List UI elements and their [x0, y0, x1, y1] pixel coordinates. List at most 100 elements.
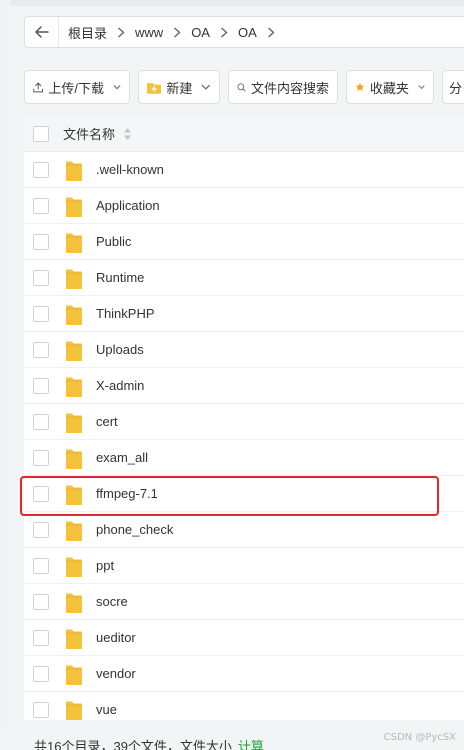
breadcrumb-root[interactable]: 根目录 [68, 23, 107, 42]
folder-icon [66, 341, 82, 361]
folder-icon [66, 593, 82, 613]
row-checkbox[interactable] [33, 449, 49, 466]
row-checkbox[interactable] [33, 593, 49, 610]
file-name[interactable]: ThinkPHP [96, 306, 155, 321]
file-name[interactable]: .well-known [96, 162, 164, 177]
row-checkbox[interactable] [33, 521, 49, 538]
watermark: CSDN @PycSX [383, 732, 456, 743]
row-checkbox[interactable] [33, 341, 49, 358]
file-name[interactable]: Public [96, 234, 131, 249]
row-checkbox[interactable] [33, 305, 49, 322]
breadcrumb-oa[interactable]: OA [191, 25, 210, 40]
row-checkbox[interactable] [33, 701, 49, 718]
chevron-down-icon [201, 84, 211, 90]
calculate-size-link[interactable]: 计算 [238, 739, 264, 750]
file-row[interactable]: vue [24, 692, 464, 720]
sort-icon[interactable] [123, 127, 132, 141]
chevron-right-icon [107, 26, 135, 38]
file-name[interactable]: ffmpeg-7.1 [96, 486, 158, 501]
row-checkbox[interactable] [33, 413, 49, 430]
folder-icon [66, 557, 82, 577]
new-button[interactable]: 新建 [138, 70, 220, 104]
file-row[interactable]: socre [24, 584, 464, 620]
file-name[interactable]: X-admin [96, 378, 144, 393]
folder-icon [66, 269, 82, 289]
folder-icon [66, 305, 82, 325]
file-row[interactable]: ppt [24, 548, 464, 584]
select-all-checkbox[interactable] [33, 125, 49, 142]
breadcrumb-www[interactable]: www [135, 25, 163, 40]
folder-icon [66, 161, 82, 181]
row-checkbox[interactable] [33, 161, 49, 178]
back-button[interactable] [25, 17, 59, 47]
breadcrumb: 根目录 www OA OA [59, 23, 285, 42]
file-name[interactable]: Uploads [96, 342, 144, 357]
file-row[interactable]: exam_all [24, 440, 464, 476]
top-strip [0, 0, 464, 6]
file-row[interactable]: phone_check [24, 512, 464, 548]
folder-icon [66, 197, 82, 217]
file-name[interactable]: vue [96, 702, 117, 717]
left-gutter [0, 0, 10, 750]
row-checkbox[interactable] [33, 233, 49, 250]
upload-download-button[interactable]: 上传/下载 [24, 70, 130, 104]
file-name[interactable]: ppt [96, 558, 114, 573]
row-checkbox[interactable] [33, 557, 49, 574]
row-checkbox[interactable] [33, 269, 49, 286]
row-checkbox[interactable] [33, 629, 49, 646]
file-row[interactable]: vendor [24, 656, 464, 692]
breadcrumb-oa-current[interactable]: OA [238, 25, 257, 40]
column-header-filename[interactable]: 文件名称 [63, 124, 115, 143]
file-row[interactable]: ueditor [24, 620, 464, 656]
file-content-search-label: 文件内容搜索 [250, 80, 329, 96]
share-button[interactable]: 分 [442, 70, 464, 104]
file-row[interactable]: ThinkPHP [24, 296, 464, 332]
favorites-label: 收藏夹 [369, 80, 409, 96]
new-folder-icon [147, 82, 162, 94]
file-row-highlighted[interactable]: ffmpeg-7.1 [24, 476, 464, 512]
file-name[interactable]: socre [96, 594, 128, 609]
file-name[interactable]: vendor [96, 666, 136, 681]
file-row[interactable]: Runtime [24, 260, 464, 296]
file-name[interactable]: cert [96, 414, 118, 429]
file-row[interactable]: Uploads [24, 332, 464, 368]
favorites-button[interactable]: 收藏夹 [346, 70, 434, 104]
folder-icon [66, 449, 82, 469]
share-label: 分 [449, 80, 463, 96]
row-checkbox[interactable] [33, 197, 49, 214]
chevron-right-icon [210, 26, 238, 38]
folder-icon [66, 629, 82, 649]
arrow-left-icon [34, 26, 49, 38]
row-checkbox[interactable] [33, 485, 49, 502]
new-label: 新建 [166, 80, 193, 96]
toolbar: 上传/下载 新建 文件内容搜索 收藏夹 分 [24, 70, 464, 104]
summary-line: 共16个目录，39个文件，文件大小 计算 [34, 736, 264, 750]
summary-text: 共16个目录，39个文件，文件大小 [34, 739, 232, 750]
file-name[interactable]: Runtime [96, 270, 144, 285]
chevron-right-icon [257, 26, 285, 38]
file-row[interactable]: X-admin [24, 368, 464, 404]
file-name[interactable]: phone_check [96, 522, 173, 537]
row-checkbox[interactable] [33, 377, 49, 394]
chevron-right-icon [163, 26, 191, 38]
folder-icon [66, 665, 82, 685]
chevron-down-icon [418, 85, 425, 90]
file-row[interactable]: Public [24, 224, 464, 260]
file-row[interactable]: cert [24, 404, 464, 440]
folder-icon [66, 413, 82, 433]
file-row[interactable]: .well-known [24, 152, 464, 188]
file-name[interactable]: ueditor [96, 630, 136, 645]
file-row[interactable]: Application [24, 188, 464, 224]
upload-download-label: 上传/下载 [48, 80, 105, 96]
file-name[interactable]: exam_all [96, 450, 148, 465]
path-bar: 根目录 www OA OA [24, 16, 464, 48]
folder-icon [66, 233, 82, 253]
row-checkbox[interactable] [33, 665, 49, 682]
upload-icon [33, 81, 44, 92]
file-name[interactable]: Application [96, 198, 160, 213]
file-content-search-button[interactable]: 文件内容搜索 [228, 70, 338, 104]
folder-icon [66, 701, 82, 720]
file-list: .well-known Application Public Runtime T… [24, 152, 464, 720]
search-icon [237, 82, 246, 92]
folder-icon [66, 485, 82, 505]
